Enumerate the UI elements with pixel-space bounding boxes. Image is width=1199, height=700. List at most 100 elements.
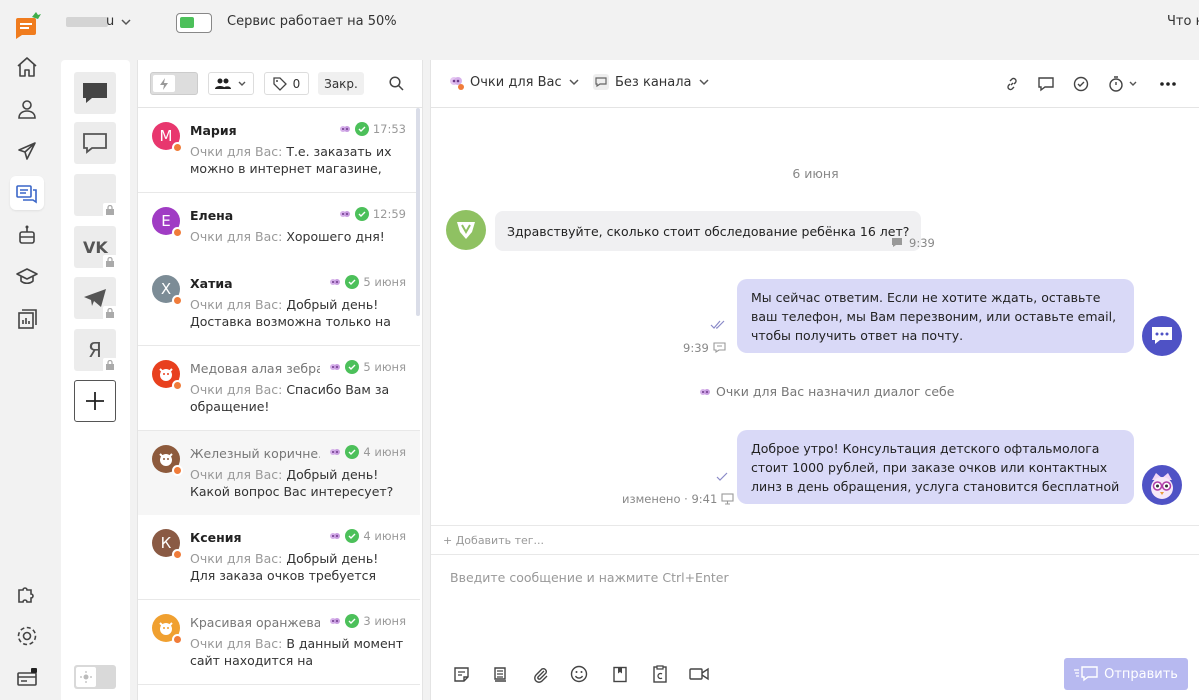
- message-preview: Очки для Вас: Добрый день! Доставка возм…: [190, 296, 406, 332]
- sun-icon: [76, 667, 96, 687]
- conversation-time: 4 июня: [363, 445, 406, 459]
- conversation-time: 12:59: [372, 207, 406, 221]
- link-icon: [1007, 77, 1017, 91]
- conversation-item[interactable]: Красивая оранжева... 3 июня Очки для Вас: …: [138, 600, 420, 685]
- channel-yandex[interactable]: Я: [74, 329, 117, 372]
- settings-icon: [17, 626, 37, 646]
- conversation-meta: 3 июня: [329, 614, 406, 628]
- channel-select[interactable]: Без канала: [593, 74, 710, 90]
- nav-home[interactable]: [10, 50, 44, 84]
- reports-icon: [18, 309, 37, 329]
- assignee-name: Очки для Вас: [470, 74, 562, 90]
- search-icon: [388, 76, 404, 91]
- nav-reports[interactable]: [10, 302, 44, 336]
- send-button[interactable]: Отправить: [1064, 658, 1188, 690]
- outgoing-message-auto-time: 9:39: [683, 341, 709, 355]
- chat-source-icon: [713, 342, 726, 354]
- channel-dot: [172, 227, 183, 238]
- chat-outline-icon: [83, 133, 107, 154]
- channel-dot: [172, 549, 183, 560]
- home-icon: [17, 57, 37, 77]
- chat-bubble-icon: [593, 74, 609, 90]
- channel-vk[interactable]: VK: [74, 226, 117, 269]
- assignee-select[interactable]: Очки для Вас: [448, 74, 580, 90]
- channel-empty[interactable]: [74, 174, 117, 217]
- group-icon: [215, 78, 231, 89]
- nav-integrations[interactable]: [10, 577, 44, 611]
- lock-icon: [103, 255, 117, 269]
- auto-reply-toggle[interactable]: [150, 72, 198, 95]
- auto-reply-avatar: [1142, 316, 1182, 356]
- nav-bots[interactable]: [10, 218, 44, 252]
- clipboard-c-icon: [653, 665, 667, 683]
- conversation-item[interactable]: Медовая алая зебра 5 июня Очки для Вас: Сп…: [138, 346, 420, 431]
- nav-chats[interactable]: [10, 176, 44, 210]
- contact-avatar: К: [152, 529, 183, 560]
- add-tag-button[interactable]: + Добавить тег...: [443, 534, 544, 547]
- chevron-down-icon: [699, 79, 709, 86]
- nav-billing[interactable]: [10, 661, 44, 695]
- nav-settings[interactable]: [10, 619, 44, 653]
- whats-new-link[interactable]: Что н: [1167, 14, 1199, 29]
- conversation-item[interactable]: Х Хатиа 5 июня Очки для Вас: Добрый день! Д…: [138, 261, 420, 346]
- account-switcher[interactable]: u: [66, 14, 132, 29]
- preview-author: Очки для Вас:: [190, 144, 283, 159]
- conversation-item[interactable]: М Мария 17:53 Очки для Вас: Т.е. заказать и…: [138, 108, 420, 193]
- graduation-icon: [16, 268, 38, 285]
- comments-button[interactable]: [1036, 74, 1056, 94]
- theme-toggle[interactable]: [74, 665, 116, 689]
- animal-avatar-icon: [159, 622, 173, 635]
- chevron-down-icon: [1129, 81, 1137, 86]
- list-toolbar: 0 Закр.: [138, 60, 422, 108]
- message-preview: Очки для Вас: Спасибо Вам за обращение!: [190, 381, 406, 417]
- conversation-time: 17:53: [372, 122, 406, 136]
- preview-author: Очки для Вас:: [190, 382, 283, 397]
- channel-chats[interactable]: [74, 122, 116, 164]
- contact-avatar: [152, 614, 183, 645]
- snooze-button[interactable]: [1106, 74, 1140, 94]
- more-menu-button[interactable]: [1158, 74, 1178, 94]
- conversation-time: 5 июня: [363, 360, 406, 374]
- search-button[interactable]: [384, 72, 408, 95]
- message-input[interactable]: Введите сообщение и нажмите Ctrl+Enter: [450, 570, 729, 585]
- chat-header: Очки для Вас Без канала: [431, 60, 1199, 108]
- svg-text:Я: Я: [88, 338, 102, 362]
- assignee-filter[interactable]: [208, 72, 254, 95]
- check-circle-icon: [354, 207, 369, 221]
- contact-name: Железный коричне...: [190, 446, 320, 461]
- nav-users[interactable]: [10, 92, 44, 126]
- clipboard-c-button[interactable]: [650, 664, 670, 684]
- emoji-button[interactable]: [569, 664, 589, 684]
- conversation-time: 3 июня: [363, 614, 406, 628]
- visitor-avatar: [446, 210, 486, 250]
- knowledge-base-button[interactable]: [490, 664, 510, 684]
- form-button[interactable]: [610, 664, 630, 684]
- add-tag-bar: + Добавить тег...: [431, 525, 1199, 555]
- video-call-button[interactable]: [689, 664, 709, 684]
- tag-icon: [273, 76, 287, 91]
- closed-filter[interactable]: Закр.: [318, 72, 364, 95]
- app-logo[interactable]: [12, 10, 42, 40]
- channel-telegram[interactable]: [74, 277, 117, 320]
- add-channel-button[interactable]: [74, 380, 116, 422]
- tag-filter[interactable]: 0: [264, 72, 309, 95]
- contact-avatar: [152, 445, 183, 476]
- attach-file-button[interactable]: [530, 664, 550, 684]
- close-dialog-button[interactable]: [1071, 74, 1091, 94]
- date-separator: 6 июня: [792, 166, 839, 181]
- chevron-down-icon: [238, 81, 246, 86]
- channel-all[interactable]: [74, 72, 116, 114]
- conversation-item[interactable]: К Ксения 4 июня Очки для Вас: Добрый день! …: [138, 515, 420, 600]
- operator-avatar-icon: [330, 364, 341, 370]
- outgoing-message-operator: Доброе утро! Консультация детского офтал…: [737, 430, 1134, 504]
- copy-link-button[interactable]: [1002, 74, 1022, 94]
- animal-avatar-icon: [159, 368, 173, 381]
- nav-knowledge[interactable]: [10, 260, 44, 294]
- conversation-item[interactable]: Железный коричне... 4 июня Очки для Вас: Д…: [138, 431, 420, 516]
- templates-button[interactable]: [451, 664, 471, 684]
- chat-dots-icon: [1152, 327, 1172, 344]
- conversation-list-scrollbar[interactable]: [416, 108, 420, 316]
- conversation-meta: 17:53: [339, 122, 406, 136]
- nav-campaigns[interactable]: [10, 134, 44, 168]
- message-preview: Очки для Вас: Добрый день! Какой вопрос …: [190, 466, 406, 502]
